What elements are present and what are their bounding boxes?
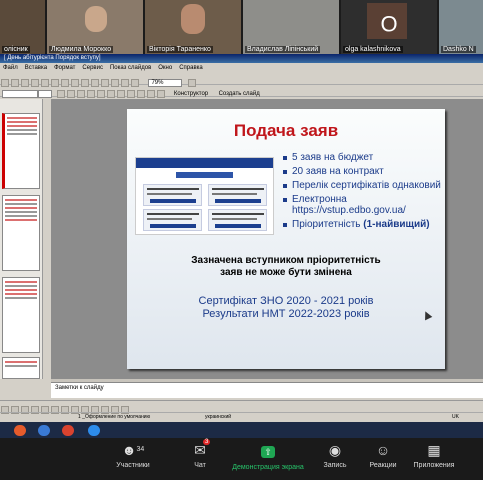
chat-button[interactable]: ✉ 3 Чат: [172, 439, 228, 469]
participant-name: Вікторія Тараненко: [147, 46, 213, 53]
slide-thumbnail[interactable]: [2, 113, 40, 189]
menu-file[interactable]: Файл: [3, 65, 18, 71]
bullet-item: 5 заяв на бюджет: [282, 152, 447, 163]
menu-format[interactable]: Формат: [54, 65, 75, 71]
participants-button[interactable]: ☻34 Участники: [105, 442, 161, 469]
bullet-list: 5 заяв на бюджет 20 заяв на контракт Пер…: [282, 152, 447, 233]
align-left-icon[interactable]: [97, 89, 106, 98]
font-shrink-icon[interactable]: [147, 89, 156, 98]
menu-bar: Файл Вставка Формат Сервис Показ слайдов Окно…: [0, 63, 483, 74]
window-title: [ День абітурієнта Порядок вступу]: [0, 54, 483, 63]
participants-icon: ☻34: [121, 442, 145, 458]
participant-name: олісник: [2, 46, 30, 53]
font-grow-icon[interactable]: [137, 89, 146, 98]
status-language: украинский: [205, 414, 232, 420]
priority-note: Зазначена вступником пріоритетність заяв…: [127, 255, 445, 279]
font-color-icon[interactable]: [157, 89, 166, 98]
participant-tile[interactable]: Dashko N: [439, 0, 483, 54]
participant-tile[interactable]: Вікторія Тараненко: [145, 0, 241, 54]
screenshot-header: [136, 158, 273, 168]
priority-note-line: заяв не може бути змінена: [220, 267, 352, 278]
participants-count: 34: [136, 446, 145, 453]
status-design: 1 _Оформление по умолчанию: [78, 414, 151, 420]
screenshot-card: [208, 209, 267, 231]
bullet-item: Перелік сертифікатів однаковий: [282, 180, 447, 191]
chrome-icon[interactable]: [62, 425, 74, 436]
menu-service[interactable]: Сервис: [82, 65, 103, 71]
slide-thumbnail[interactable]: [2, 357, 40, 379]
app-icon[interactable]: [38, 425, 50, 436]
certificate-note: Сертифікат ЗНО 2020 - 2021 років Результ…: [127, 295, 445, 321]
apps-button[interactable]: ▦ Приложения: [406, 442, 462, 469]
new-slide-button[interactable]: Создать слайд: [219, 91, 260, 97]
participant-tile[interactable]: O olga kalashnikova: [341, 0, 437, 54]
reactions-label: Реакции: [369, 462, 397, 469]
designer-button[interactable]: Конструктор: [174, 91, 208, 97]
menu-window[interactable]: Окно: [158, 65, 172, 71]
chat-label: Чат: [194, 462, 206, 469]
slide-thumbnail[interactable]: [2, 277, 40, 353]
notes-pane[interactable]: Заметки к слайду: [51, 382, 483, 398]
priority-note-line: Зазначена вступником пріоритетність: [191, 255, 381, 266]
slide[interactable]: Подача заяв 5 заяв на бюджет 20 заяв на …: [127, 109, 445, 369]
apps-label: Приложения: [413, 462, 455, 469]
participant-video: [181, 4, 205, 34]
apps-icon: ▦: [427, 442, 441, 458]
menu-help[interactable]: Справка: [179, 65, 203, 71]
reactions-icon: ☺: [375, 442, 391, 458]
participant-tile[interactable]: олісник: [0, 0, 45, 54]
firefox-icon[interactable]: [14, 425, 26, 436]
list-icon[interactable]: [127, 89, 136, 98]
screenshot-card: [143, 209, 202, 231]
participant-name: Людмила Морокко: [49, 46, 114, 53]
share-screen-icon: ⇧: [261, 446, 275, 458]
zoom-icon[interactable]: [88, 425, 100, 436]
align-right-icon[interactable]: [117, 89, 126, 98]
slides-panel-scrollbar[interactable]: [42, 99, 50, 379]
certificate-line: Сертифікат ЗНО 2020 - 2021 років: [198, 295, 374, 307]
avatar-initial: O: [380, 11, 398, 37]
font-combo[interactable]: [2, 89, 38, 98]
participant-name: Владислав Ліпінський: [245, 46, 321, 53]
screenshot-card: [143, 184, 202, 206]
share-screen-button[interactable]: ⇧ Демонстрация экрана: [228, 442, 308, 471]
menu-insert[interactable]: Вставка: [25, 65, 47, 71]
bullet-item: 20 заяв на контракт: [282, 166, 447, 177]
status-bar: 1 _Оформление по умолчанию украинский UK: [0, 412, 483, 421]
participant-strip: олісник Людмила Морокко Вікторія Таранен…: [0, 0, 483, 54]
participants-label: Участники: [116, 462, 150, 469]
italic-icon[interactable]: [67, 89, 76, 98]
participant-name: olga kalashnikova: [343, 46, 403, 53]
drawing-toolbar: [0, 400, 483, 414]
reactions-button[interactable]: ☺ Реакции: [355, 442, 411, 469]
slide-title: Подача заяв: [233, 121, 339, 140]
participant-tile[interactable]: Владислав Ліпінський: [243, 0, 339, 54]
website-screenshot-image: [135, 157, 274, 235]
bullet-item: Пріоритетність (1-найвищий): [282, 219, 447, 230]
status-layout: UK: [452, 414, 459, 420]
certificate-line: Результати НМТ 2022-2023 років: [202, 308, 370, 320]
menu-slideshow[interactable]: Показ слайдов: [110, 65, 151, 71]
chat-icon: ✉: [194, 442, 206, 458]
align-center-icon[interactable]: [107, 89, 116, 98]
bullet-item: Електронна https://vstup.edbo.gov.ua/: [282, 194, 447, 216]
os-taskbar: [0, 422, 483, 438]
participant-name: Dashko N: [441, 46, 476, 53]
standard-toolbar: 79%: [0, 74, 483, 87]
participant-video: [85, 6, 107, 32]
screenshot-login-button: [176, 172, 233, 178]
screenshot-card: [208, 184, 267, 206]
formatting-toolbar: Конструктор Создать слайд: [0, 85, 483, 98]
size-combo[interactable]: [38, 89, 52, 98]
meeting-toolbar: ☻34 Участники ✉ 3 Чат ⇧ Демонстрация экр…: [0, 438, 483, 480]
underline-icon[interactable]: [77, 89, 86, 98]
participant-tile[interactable]: Людмила Морокко: [47, 0, 143, 54]
bold-icon[interactable]: [57, 89, 66, 98]
shadow-icon[interactable]: [87, 89, 96, 98]
slide-thumbnail[interactable]: [2, 195, 40, 271]
share-screen-label: Демонстрация экрана: [232, 464, 304, 471]
